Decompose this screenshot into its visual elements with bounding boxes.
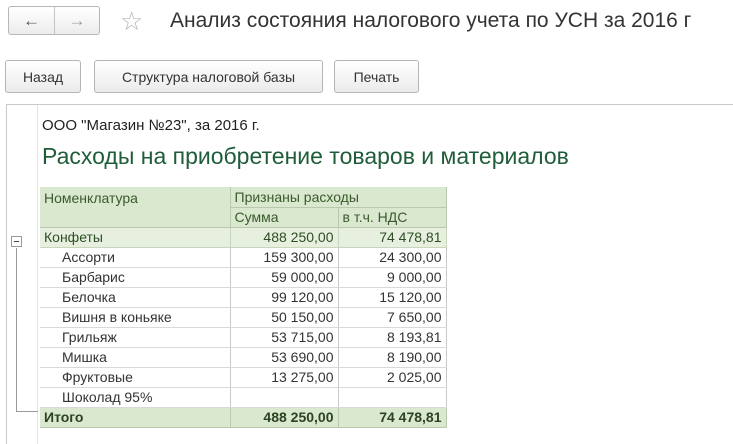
item-name: Вишня в коньяке xyxy=(40,307,231,328)
item-sum xyxy=(230,387,339,408)
item-vat: 24 300,00 xyxy=(338,247,447,268)
item-name: Ассорти xyxy=(40,247,231,268)
column-header-recognized: Признаны расходы xyxy=(230,187,447,208)
item-sum: 13 275,00 xyxy=(230,367,339,388)
table-row[interactable]: Барбарис 59 000,00 9 000,00 xyxy=(40,267,447,288)
table-row[interactable]: Шоколад 95% xyxy=(40,387,447,408)
gutter-divider xyxy=(37,105,38,444)
forward-arrow-icon[interactable]: → xyxy=(53,7,99,34)
table-row[interactable]: Грильяж 53 715,00 8 193,81 xyxy=(40,327,447,348)
table-row[interactable]: Ассорти 159 300,00 24 300,00 xyxy=(40,247,447,268)
group-row[interactable]: Конфеты 488 250,00 74 478,81 xyxy=(40,227,447,248)
item-name: Барбарис xyxy=(40,267,231,288)
expenses-table: Номенклатура Признаны расходы Сумма в т.… xyxy=(40,187,447,428)
item-sum: 53 690,00 xyxy=(230,347,339,368)
item-vat: 15 120,00 xyxy=(338,287,447,308)
page-title: Анализ состояния налогового учета по УСН… xyxy=(170,9,692,32)
report-area: ООО "Магазин №23", за 2016 г. Расходы на… xyxy=(6,104,733,444)
item-sum: 159 300,00 xyxy=(230,247,339,268)
group-vat: 74 478,81 xyxy=(338,227,447,248)
table-row[interactable]: Белочка 99 120,00 15 120,00 xyxy=(40,287,447,308)
item-sum: 50 150,00 xyxy=(230,307,339,328)
column-header-vat: в т.ч. НДС xyxy=(338,207,447,228)
tax-base-structure-button[interactable]: Структура налоговой базы xyxy=(94,60,323,93)
group-sum: 488 250,00 xyxy=(230,227,339,248)
item-sum: 59 000,00 xyxy=(230,267,339,288)
item-vat: 9 000,00 xyxy=(338,267,447,288)
collapse-group-icon[interactable] xyxy=(11,236,22,247)
item-name: Белочка xyxy=(40,287,231,308)
item-vat: 8 193,81 xyxy=(338,327,447,348)
organization-line: ООО "Магазин №23", за 2016 г. xyxy=(42,117,260,134)
column-header-sum: Сумма xyxy=(230,207,339,228)
table-row[interactable]: Вишня в коньяке 50 150,00 7 650,00 xyxy=(40,307,447,328)
column-header-nomenclature: Номенклатура xyxy=(40,187,231,228)
navigation-group: ← → xyxy=(8,6,100,35)
tree-connector xyxy=(16,248,17,411)
total-row: Итого 488 250,00 74 478,81 xyxy=(40,407,447,428)
table-row[interactable]: Фруктовые 13 275,00 2 025,00 xyxy=(40,367,447,388)
tree-connector-end xyxy=(16,411,38,412)
item-name: Шоколад 95% xyxy=(40,387,231,408)
group-name: Конфеты xyxy=(40,227,231,248)
window-header: ← → ☆ Анализ состояния налогового учета … xyxy=(0,0,733,48)
back-arrow-icon[interactable]: ← xyxy=(9,7,54,34)
item-sum: 53 715,00 xyxy=(230,327,339,348)
item-vat: 2 025,00 xyxy=(338,367,447,388)
total-sum: 488 250,00 xyxy=(230,407,339,428)
total-vat: 74 478,81 xyxy=(338,407,447,428)
table-header-row: Номенклатура Признаны расходы xyxy=(40,187,447,228)
item-vat xyxy=(338,387,447,408)
item-name: Грильяж xyxy=(40,327,231,348)
report-heading: Расходы на приобретение товаров и матери… xyxy=(42,143,569,169)
print-button[interactable]: Печать xyxy=(334,60,419,93)
back-button[interactable]: Назад xyxy=(5,60,81,93)
item-sum: 99 120,00 xyxy=(230,287,339,308)
item-vat: 7 650,00 xyxy=(338,307,447,328)
star-icon[interactable]: ☆ xyxy=(120,8,143,34)
item-name: Фруктовые xyxy=(40,367,231,388)
item-name: Мишка xyxy=(40,347,231,368)
toolbar: Назад Структура налоговой базы Печать xyxy=(0,60,733,94)
table-row[interactable]: Мишка 53 690,00 8 190,00 xyxy=(40,347,447,368)
total-label: Итого xyxy=(40,407,231,428)
item-vat: 8 190,00 xyxy=(338,347,447,368)
